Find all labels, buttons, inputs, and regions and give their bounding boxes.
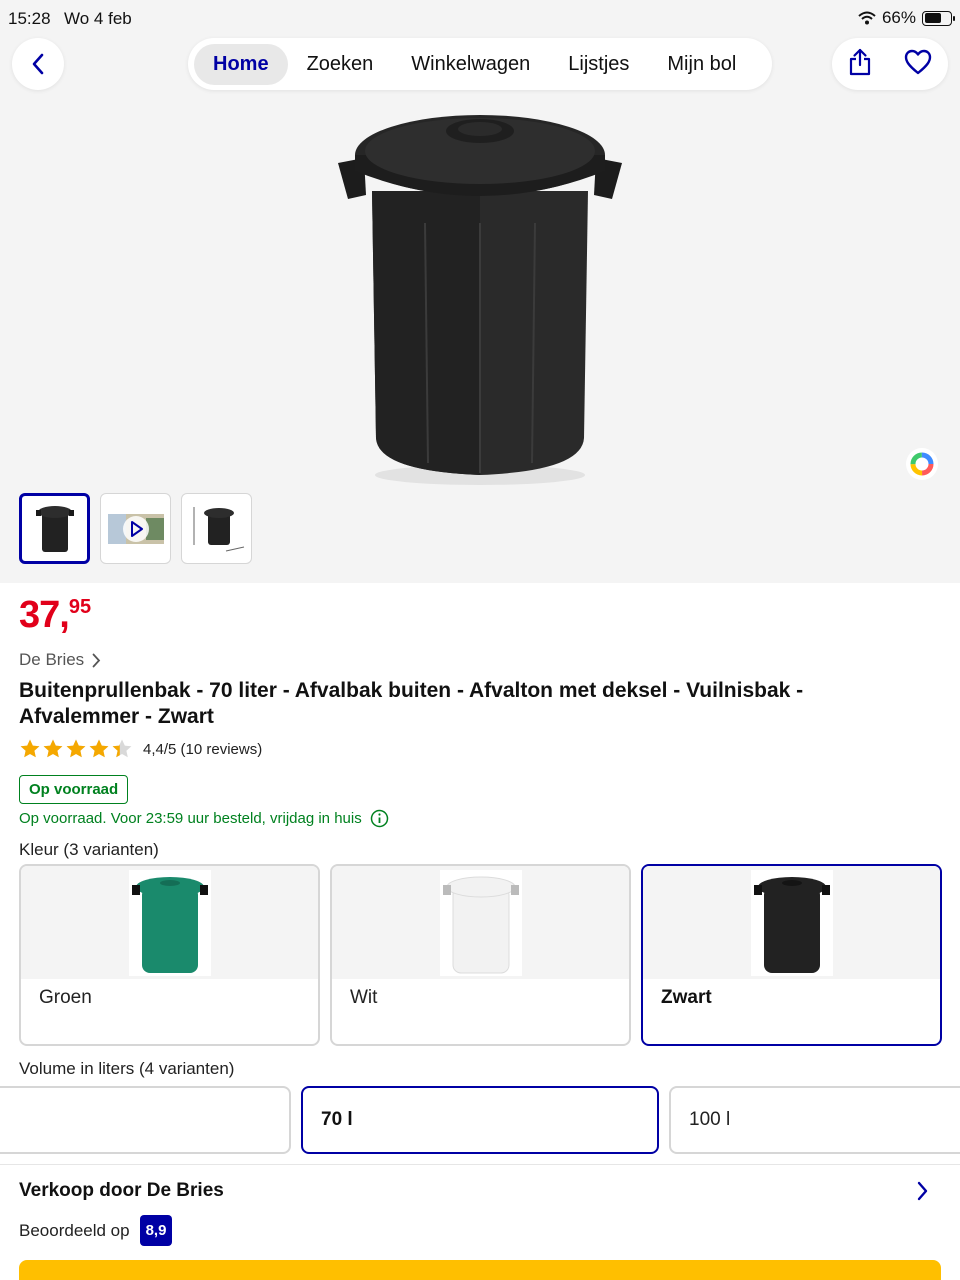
tab-home[interactable]: Home (194, 43, 288, 85)
bin-dimensions-icon (193, 506, 244, 551)
status-bar: 15:28 Wo 4 feb 66% (0, 0, 960, 38)
color-variants: Groen Wit Zwart (19, 864, 942, 1046)
wifi-icon (858, 11, 876, 25)
status-right: 66% (858, 8, 955, 28)
price-whole: 37, (19, 594, 70, 636)
color-wheel-icon (910, 452, 934, 476)
product-image[interactable] (330, 103, 630, 488)
rating-stars (19, 738, 133, 760)
thumbnail-1[interactable] (19, 493, 90, 564)
battery-percent: 66% (881, 8, 916, 27)
share-icon (849, 48, 871, 75)
color-variants-label: Kleur (3 varianten) (19, 840, 159, 859)
tab-winkelwagen[interactable]: Winkelwagen (392, 44, 549, 85)
chevron-right-icon[interactable] (916, 1180, 930, 1202)
color-option-image (128, 869, 211, 976)
heart-icon (904, 49, 932, 74)
share-button[interactable] (848, 48, 872, 81)
image-thumbnails (19, 493, 252, 564)
thumbnail-3[interactable] (181, 493, 252, 564)
ar-view-button[interactable] (906, 448, 938, 480)
seller-score-badge: 8,9 (139, 1215, 173, 1246)
thumbnail-video[interactable] (100, 493, 171, 564)
bin-thumbnail-icon (35, 505, 74, 552)
color-option-groen[interactable]: Groen (19, 864, 320, 1046)
delivery-text: Op voorraad. Voor 23:59 uur besteld, vri… (19, 810, 362, 827)
product-hero: Home Zoeken Winkelwagen Lijstjes Mijn bo… (0, 38, 960, 583)
battery-icon (922, 10, 955, 26)
star-icon (89, 739, 109, 758)
color-option-zwart[interactable]: Zwart (641, 864, 942, 1046)
add-to-cart-button[interactable] (19, 1260, 941, 1280)
header-actions (832, 38, 948, 90)
star-icon (20, 739, 40, 758)
chevron-right-icon (92, 653, 101, 667)
volume-variants: 70 l 100 l (0, 1086, 960, 1154)
volume-option-70l[interactable]: 70 l (301, 1086, 659, 1154)
bin-white-icon (442, 876, 519, 973)
status-date: Wo 4 feb (64, 9, 132, 28)
seller-title[interactable]: Verkoop door De Bries (19, 1180, 224, 1202)
status-time: 15:28 (8, 9, 51, 28)
color-option-wit[interactable]: Wit (330, 864, 631, 1046)
video-thumbnail-icon (107, 513, 164, 544)
seller-rating: Beoordeeld op 8,9 (19, 1215, 173, 1246)
top-nav: Home Zoeken Winkelwagen Lijstjes Mijn bo… (188, 38, 772, 90)
brand-link[interactable]: De Bries (19, 650, 101, 670)
brand-name: De Bries (19, 650, 85, 669)
color-option-name: Zwart (661, 987, 712, 1008)
info-icon[interactable] (370, 809, 389, 828)
color-option-image (750, 869, 833, 976)
product-title: Buitenprullenbak - 70 liter - Afvalbak b… (19, 679, 804, 728)
product-rating[interactable]: 4,4/5 (10 reviews) (19, 738, 262, 760)
tab-zoeken[interactable]: Zoeken (288, 44, 393, 85)
star-icon (112, 739, 132, 758)
section-divider (0, 1164, 960, 1165)
color-option-name: Groen (39, 987, 92, 1008)
color-option-image (439, 869, 522, 976)
color-option-image-area (643, 866, 940, 979)
price-cents: 95 (68, 596, 92, 618)
delivery-info: Op voorraad. Voor 23:59 uur besteld, vri… (19, 809, 389, 828)
chevron-left-icon (32, 53, 44, 75)
star-icon (43, 739, 63, 758)
stock-badge: Op voorraad (19, 775, 129, 804)
star-icon (66, 739, 86, 758)
color-option-name: Wit (350, 987, 378, 1008)
volume-variants-label: Volume in liters (4 varianten) (19, 1059, 235, 1078)
back-button[interactable] (12, 38, 64, 90)
tab-mijn-bol[interactable]: Mijn bol (648, 44, 755, 85)
favorite-button[interactable] (904, 49, 932, 80)
volume-option[interactable] (0, 1086, 291, 1154)
volume-option-100l[interactable]: 100 l (669, 1086, 960, 1154)
tab-lijstjes[interactable]: Lijstjes (549, 44, 648, 85)
rating-text: 4,4/5 (10 reviews) (143, 740, 263, 758)
bin-black-icon (753, 876, 830, 973)
product-price: 37,95 (19, 594, 91, 637)
bin-green-icon (131, 876, 208, 973)
seller-rated-label: Beoordeeld op (19, 1220, 130, 1240)
color-option-image-area (332, 866, 629, 979)
color-option-image-area (21, 866, 318, 979)
